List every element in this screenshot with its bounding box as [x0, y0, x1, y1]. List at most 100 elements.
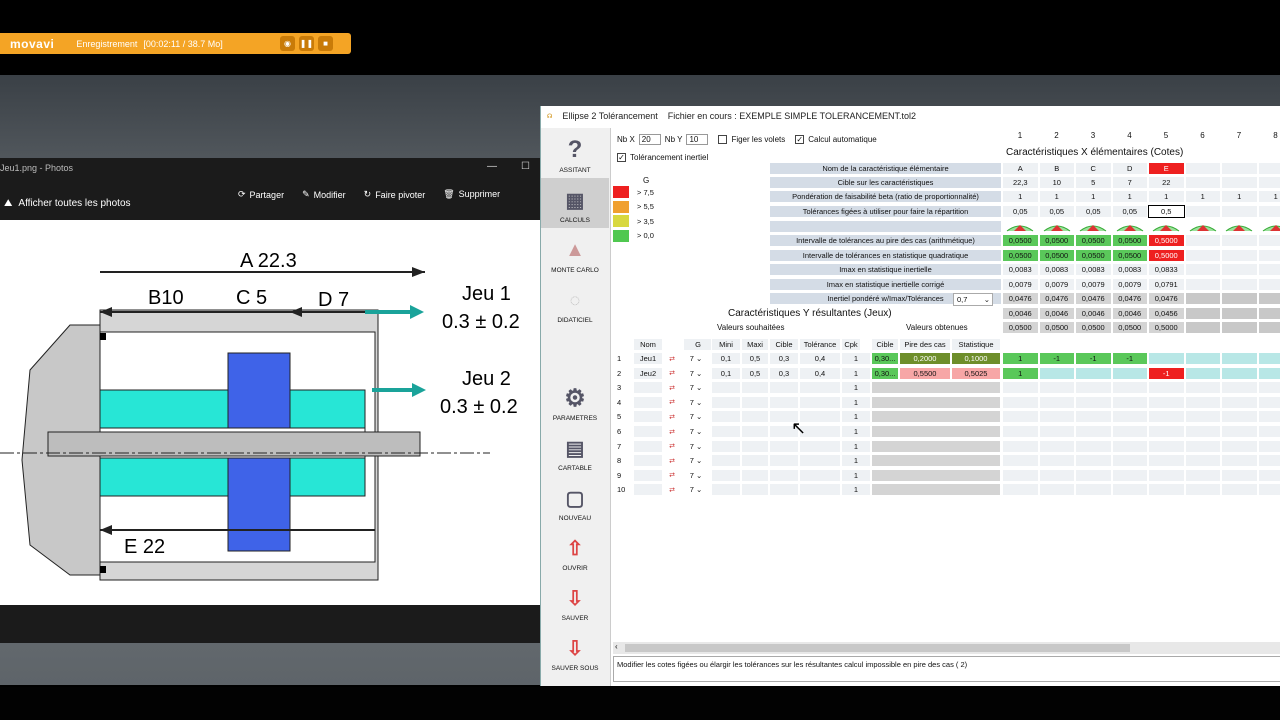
maximize-icon[interactable]: ☐	[521, 161, 530, 172]
distribution-icon[interactable]	[1075, 220, 1112, 233]
sidebar-ouvrir[interactable]: ⇧ OUVRIR	[541, 526, 609, 576]
distribution-icon[interactable]	[1257, 220, 1280, 233]
y-x-cell	[1111, 439, 1148, 453]
legend-item: > 3,5	[613, 214, 654, 229]
y-name	[633, 454, 663, 468]
x-cell	[1257, 321, 1280, 334]
sidebar-nouveau[interactable]: ▢ NOUVEAU	[541, 476, 609, 526]
row-label: Pondération de faisabilité beta (ratio d…	[769, 190, 1002, 203]
x-cell	[1221, 162, 1258, 175]
row-label: Imax en statistique inertielle corrigé	[769, 278, 1002, 291]
y-x-cell	[1038, 454, 1075, 468]
y-maxi	[741, 395, 769, 409]
x-cell: 0,0500	[1111, 321, 1148, 334]
sidebar-parametres[interactable]: ⚙ PARAMETRES	[541, 376, 609, 426]
y-x-cell	[1002, 381, 1039, 395]
distribution-icon[interactable]	[1111, 220, 1148, 233]
sidebar-monte-carlo[interactable]: ▲ MONTE CARLO	[541, 228, 609, 278]
column-number: 1	[1017, 131, 1023, 140]
y-mini	[711, 410, 741, 424]
y-tolerance: 0,4	[799, 352, 841, 365]
y-cpk: 1	[841, 395, 871, 409]
g-select[interactable]: 7 ⌄	[681, 425, 711, 438]
minimize-icon[interactable]: —	[487, 161, 497, 172]
x-cell	[1257, 234, 1280, 247]
edit-button[interactable]: ✎ Modifier	[302, 189, 346, 200]
inertiel-select[interactable]: 0,7 ⌄	[953, 293, 993, 306]
y-cible	[769, 381, 799, 395]
x-cell: 0,0079	[1075, 278, 1112, 291]
column-number: 6	[1200, 131, 1205, 140]
g-select[interactable]: 7 ⌄	[681, 381, 711, 395]
x-cell	[1184, 176, 1221, 189]
all-photos-link[interactable]: Afficher toutes les photos	[18, 198, 130, 209]
distribution-icon[interactable]	[1002, 220, 1039, 233]
g-select[interactable]: 7 ⌄	[681, 366, 711, 380]
nbx-input[interactable]: 20	[638, 134, 661, 145]
distribution-icon[interactable]	[1184, 220, 1221, 233]
sidebar-cartable[interactable]: ▤ CARTABLE	[541, 426, 609, 476]
g-select[interactable]: 7 ⌄	[681, 352, 711, 365]
g-select[interactable]: 7 ⌄	[681, 468, 711, 482]
nby-input[interactable]: 10	[686, 134, 709, 145]
y-obt-empty	[871, 410, 1001, 424]
share-button[interactable]: ⟳ Partager	[238, 189, 284, 200]
sidebar-calculs[interactable]: ▦ CALCULS	[541, 178, 609, 228]
x-cell: 0,0083	[1038, 263, 1075, 276]
y-cible	[769, 468, 799, 482]
x-cell: 1	[1002, 190, 1039, 203]
sidebar-sauver-sous[interactable]: ⇩ SAUVER SOUS	[541, 626, 609, 676]
y-maxi	[741, 381, 769, 395]
g-select[interactable]: 7 ⌄	[681, 454, 711, 468]
x-cell: A	[1002, 162, 1039, 175]
y-maxi	[741, 439, 769, 453]
sidebar-didacticiel[interactable]: ◌ DIDATICIEL	[541, 278, 609, 328]
sidebar-assistant[interactable]: ? ASSITANT	[541, 128, 609, 178]
sidebar-sauver[interactable]: ⇩ SAUVER	[541, 576, 609, 626]
distribution-icon[interactable]	[1221, 220, 1258, 233]
distribution-icon[interactable]	[1148, 220, 1185, 233]
y-name	[633, 381, 663, 395]
pause-icon[interactable]: ❚❚	[299, 36, 314, 51]
app-logo-icon: ☊	[547, 113, 553, 120]
y-x-cell	[1002, 425, 1039, 438]
g-select[interactable]: 7 ⌄	[681, 439, 711, 453]
column-number: 7	[1236, 131, 1242, 140]
y-name	[633, 439, 663, 453]
y-x-cell	[1184, 366, 1221, 380]
y-maxi: 0,5	[741, 366, 769, 380]
x-cell: 0,0476	[1111, 292, 1148, 305]
y-x-cell: -1	[1038, 352, 1075, 365]
delete-button[interactable]: 🗑 Supprimer	[443, 189, 500, 200]
y-name	[633, 425, 663, 438]
g-select[interactable]: 7 ⌄	[681, 483, 711, 497]
x-cell	[1221, 234, 1258, 247]
x-cell: 0,05	[1111, 205, 1148, 218]
g-select[interactable]: 7 ⌄	[681, 410, 711, 424]
camera-icon[interactable]: ◉	[280, 36, 295, 51]
horizontal-scrollbar[interactable]: ‹	[613, 642, 1280, 654]
figer-checkbox[interactable]	[718, 135, 728, 144]
tol-inertiel-checkbox[interactable]: ✓	[617, 153, 626, 162]
legend-label: > 0,0	[637, 231, 654, 241]
column-header: Maxi	[741, 338, 769, 351]
g-legend: G > 7,5 > 5,5 > 3,5 > 0,0	[613, 176, 654, 243]
x-cell: 22,3	[1002, 176, 1039, 189]
y-cpk: 1	[841, 483, 871, 497]
distribution-icon[interactable]	[1038, 220, 1075, 233]
y-cpk: 1	[841, 454, 871, 468]
x-cell[interactable]: 0,5	[1148, 205, 1185, 218]
y-mini	[711, 468, 741, 482]
stop-icon[interactable]: ■	[318, 36, 333, 51]
y-obt-empty	[871, 381, 1001, 395]
column-number: 4	[1127, 131, 1132, 140]
y-x-cell	[1184, 352, 1221, 365]
recorder-bar: movavi Enregistrement [00:02:11 / 38.7 M…	[0, 33, 351, 54]
y-mini	[711, 483, 741, 497]
x-cell	[1221, 176, 1258, 189]
y-tolerance	[799, 381, 841, 395]
g-select[interactable]: 7 ⌄	[681, 395, 711, 409]
rotate-button[interactable]: ↻ Faire pivoter	[364, 189, 426, 200]
calcul-auto-checkbox[interactable]: ✓	[795, 135, 805, 144]
